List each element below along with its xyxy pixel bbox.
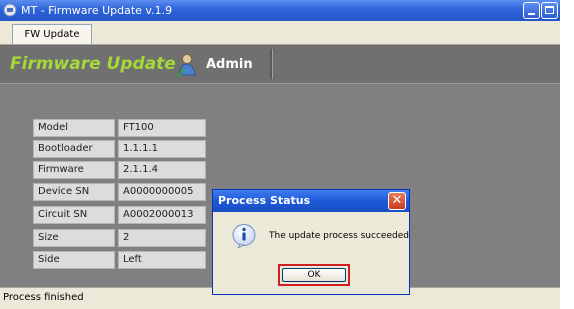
circuit-sn-label: Circuit SN bbox=[33, 206, 115, 224]
main-window: MT - Firmware Update v.1.9 FW Update Fir… bbox=[0, 0, 560, 309]
model-value: FT100 bbox=[118, 119, 206, 137]
model-label: Model bbox=[33, 119, 115, 137]
banner-divider bbox=[270, 49, 273, 79]
circuit-sn-value: A0002000013 bbox=[118, 206, 206, 224]
process-status-dialog: Process Status ✕ The update process succ… bbox=[212, 189, 410, 295]
ok-button[interactable]: OK bbox=[278, 264, 350, 286]
page-title: Firmware Update bbox=[10, 54, 176, 74]
tab-fw-update[interactable]: FW Update bbox=[12, 24, 92, 44]
bootloader-value: 1.1.1.1 bbox=[118, 140, 206, 158]
window-title: MT - Firmware Update v.1.9 bbox=[21, 4, 173, 17]
bootloader-label: Bootloader bbox=[33, 140, 115, 158]
close-icon[interactable]: ✕ bbox=[388, 192, 406, 210]
title-bar[interactable]: MT - Firmware Update v.1.9 bbox=[0, 0, 560, 21]
dialog-title: Process Status bbox=[218, 194, 311, 207]
size-label: Size bbox=[33, 229, 115, 247]
header-banner: Firmware Update Admin bbox=[0, 45, 560, 84]
device-sn-value: A0000000005 bbox=[118, 183, 206, 201]
tab-strip: FW Update bbox=[0, 21, 560, 45]
dialog-message: The update process succeeded bbox=[269, 231, 409, 241]
firmware-label: Firmware bbox=[33, 161, 115, 179]
maximize-button[interactable] bbox=[541, 2, 558, 19]
ok-button-label: OK bbox=[282, 268, 346, 282]
app-icon bbox=[3, 3, 17, 17]
size-value: 2 bbox=[118, 229, 206, 247]
firmware-value: 2.1.1.4 bbox=[118, 161, 206, 179]
admin-user-icon bbox=[177, 54, 196, 77]
minimize-button[interactable] bbox=[523, 2, 540, 19]
side-value: Left bbox=[118, 251, 206, 269]
user-label: Admin bbox=[206, 57, 253, 72]
side-label: Side bbox=[33, 251, 115, 269]
dialog-title-bar[interactable]: Process Status ✕ bbox=[213, 190, 409, 212]
device-sn-label: Device SN bbox=[33, 183, 115, 201]
information-icon bbox=[232, 224, 256, 248]
